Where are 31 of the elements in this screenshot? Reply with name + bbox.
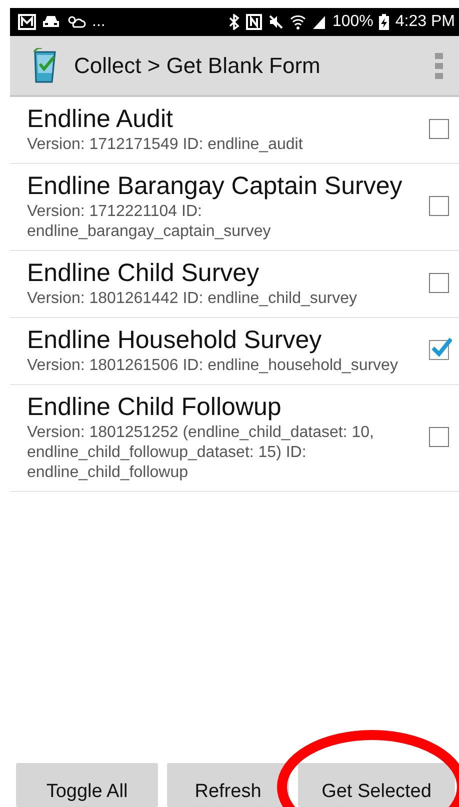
mail-icon xyxy=(18,14,36,30)
action-button[interactable]: Refresh xyxy=(167,763,289,807)
form-checkbox[interactable] xyxy=(429,273,449,293)
action-button[interactable]: Get Selected xyxy=(298,763,455,807)
car-icon xyxy=(42,15,60,29)
form-details: Version: 1801261506 ID: endline_household_survey xyxy=(27,356,399,376)
screen-title: Collect > Get Blank Form xyxy=(74,52,322,78)
battery-percent-text: 100% xyxy=(332,13,374,31)
signal-icon xyxy=(312,14,326,30)
wifi-icon xyxy=(290,14,306,30)
form-details: Version: 1801261442 ID: endline_child_survey xyxy=(27,289,358,309)
form-details: Version: 1712171549 ID: endline_audit xyxy=(27,135,304,155)
form-title: Endline Household Survey xyxy=(27,325,323,356)
action-button[interactable]: Toggle All xyxy=(16,763,158,807)
clock-text: 4:23 PM xyxy=(395,13,455,31)
form-checkbox[interactable] xyxy=(429,340,449,360)
form-checkbox[interactable] xyxy=(429,119,449,139)
battery-icon xyxy=(379,14,390,30)
bluetooth-icon xyxy=(228,14,240,30)
weather-icon xyxy=(66,14,86,30)
form-title: Endline Barangay Captain Survey xyxy=(27,171,404,202)
form-title: Endline Child Survey xyxy=(27,258,260,289)
form-details: Version: 1712221104 ID: endline_barangay_captain_survey xyxy=(27,202,272,242)
mute-icon xyxy=(268,14,284,30)
more-notifications-text: ... xyxy=(92,13,106,31)
form-checkbox[interactable] xyxy=(429,196,449,216)
form-details: Version: 1801251252 (endline_child_dataset: 10, endline_child_followup_dataset: 15) ID: endline_child_followup xyxy=(27,423,375,483)
form-checkbox[interactable] xyxy=(429,427,449,447)
form-title: Endline Audit xyxy=(27,104,174,135)
form-title: Endline Child Followup xyxy=(27,392,282,423)
nfc-icon xyxy=(246,14,262,30)
